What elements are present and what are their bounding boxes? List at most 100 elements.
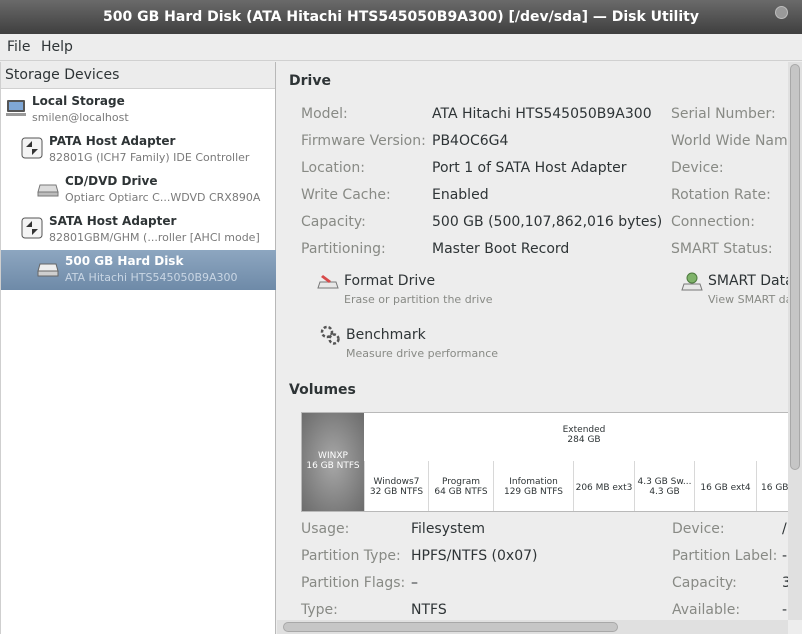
volume-swap[interactable]: 4.3 GB Sw... 4.3 GB <box>634 461 694 511</box>
volume-name: Extended <box>562 425 606 435</box>
volume-size: 4.3 GB <box>649 487 680 497</box>
tree-item-500gb-hard-disk[interactable]: 500 GB Hard Disk ATA Hitachi HTS545050B9… <box>1 250 276 290</box>
drive-label-location: Location: <box>301 160 365 176</box>
drive-section-title: Drive <box>289 73 331 89</box>
benchmark-button[interactable]: Benchmark Measure drive performance <box>319 324 539 364</box>
volume-value-usage: Filesystem <box>411 521 486 537</box>
volume-program[interactable]: Program 64 GB NTFS <box>428 461 493 511</box>
storage-devices-pane: Storage Devices Local Storage smilen@loc… <box>0 62 276 634</box>
format-drive-icon <box>317 272 339 294</box>
volume-label-usage: Usage: <box>301 521 350 537</box>
volume-label-type: Type: <box>301 602 338 618</box>
volume-size: 206 MB ext3 <box>575 483 633 493</box>
volume-size: 129 GB NTFS <box>503 487 563 497</box>
menu-file[interactable]: File <box>7 39 30 55</box>
horizontal-scrollbar[interactable] <box>277 620 788 634</box>
drive-label-firmware: Firmware Version: <box>301 133 426 149</box>
volume-winxp[interactable]: WINXP 16 GB NTFS <box>302 413 364 511</box>
benchmark-title: Benchmark <box>346 327 426 343</box>
volume-value-device: / <box>782 521 787 537</box>
volume-size: 284 GB <box>567 435 601 445</box>
volume-infomation[interactable]: Infomation 129 GB NTFS <box>493 461 573 511</box>
drive-label-rotation: Rotation Rate: <box>671 187 771 203</box>
host-adapter-icon <box>21 137 43 159</box>
close-icon[interactable] <box>775 6 788 19</box>
tree-item-sub: smilen@localhost <box>32 111 129 124</box>
optical-drive-icon <box>37 177 59 199</box>
volume-size: 16 GB NTFS <box>306 461 360 471</box>
volume-value-partition-label: - <box>782 548 788 564</box>
tree-item-pata-host-adapter[interactable]: PATA Host Adapter 82801G (ICH7 Family) I… <box>1 130 276 170</box>
volume-name: Infomation <box>509 477 558 487</box>
drive-label-partitioning: Partitioning: <box>301 241 386 257</box>
menu-help[interactable]: Help <box>41 39 73 55</box>
volume-label-device: Device: <box>672 521 725 537</box>
tree-item-sub: 82801GBM/GHM (...roller [AHCI mode] <box>49 231 260 244</box>
drive-value-firmware: PB4OC6G4 <box>432 133 509 149</box>
storage-devices-header: Storage Devices <box>1 62 275 89</box>
smart-data-icon <box>681 272 703 294</box>
volume-name: 4.3 GB Sw... <box>637 477 692 487</box>
drive-label-device: Device: <box>671 160 724 176</box>
benchmark-icon <box>319 324 341 346</box>
volume-value-partition-flags: – <box>411 575 418 591</box>
vertical-scrollbar-thumb[interactable] <box>790 64 800 470</box>
window-titlebar[interactable]: 500 GB Hard Disk (ATA Hitachi HTS545050B… <box>0 0 802 34</box>
drive-value-capacity: 500 GB (500,107,862,016 bytes) <box>432 214 663 230</box>
drive-label-serial: Serial Number: <box>671 106 776 122</box>
drive-label-write-cache: Write Cache: <box>301 187 391 203</box>
vertical-scrollbar[interactable] <box>788 62 802 620</box>
volume-size: 64 GB NTFS <box>434 487 488 497</box>
drive-value-partitioning: Master Boot Record <box>432 241 570 257</box>
horizontal-scrollbar-thumb[interactable] <box>283 622 618 632</box>
smart-data-button[interactable]: SMART Data View SMART data <box>681 270 788 310</box>
volume-size: 16 GB <box>761 483 788 493</box>
volume-value-available: - <box>782 602 788 618</box>
volume-label-partition-label: Partition Label: <box>672 548 778 564</box>
tree-item-sub: 82801G (ICH7 Family) IDE Controller <box>49 151 250 164</box>
hard-disk-icon <box>37 257 59 279</box>
menu-bar: File Help <box>0 34 802 61</box>
window-title: 500 GB Hard Disk (ATA Hitachi HTS545050B… <box>103 9 699 25</box>
tree-item-sata-host-adapter[interactable]: SATA Host Adapter 82801GBM/GHM (...rolle… <box>1 210 276 250</box>
volume-map: WINXP 16 GB NTFS Extended 284 GB Windows… <box>301 412 788 512</box>
volume-size: 32 GB NTFS <box>369 487 424 497</box>
tree-item-sub: ATA Hitachi HTS545050B9A300 <box>65 271 238 284</box>
volumes-section-title: Volumes <box>289 382 356 398</box>
drive-value-location: Port 1 of SATA Host Adapter <box>432 160 627 176</box>
volume-name: Windows7 <box>373 477 420 487</box>
details-pane: Drive Model: Firmware Version: Location:… <box>277 62 788 620</box>
volume-last[interactable]: 16 GB <box>756 461 788 511</box>
volume-label-capacity: Capacity: <box>672 575 737 591</box>
tree-item-name: PATA Host Adapter <box>49 134 176 148</box>
tree-item-local-storage[interactable]: Local Storage smilen@localhost <box>1 90 276 130</box>
format-drive-sub: Erase or partition the drive <box>344 293 493 306</box>
smart-data-title: SMART Data <box>708 273 788 289</box>
format-drive-title: Format Drive <box>344 273 436 289</box>
volume-label-partition-type: Partition Type: <box>301 548 401 564</box>
volume-value-type: NTFS <box>411 602 447 618</box>
drive-label-connection: Connection: <box>671 214 755 230</box>
format-drive-button[interactable]: Format Drive Erase or partition the driv… <box>317 270 537 310</box>
tree-item-sub: Optiarc Optiarc C...WDVD CRX890A <box>65 191 261 204</box>
volume-name: Program <box>442 477 480 487</box>
computer-icon <box>5 97 27 119</box>
volume-ext3[interactable]: 206 MB ext3 <box>573 461 634 511</box>
drive-label-smart-status: SMART Status: <box>671 241 773 257</box>
drive-label-capacity: Capacity: <box>301 214 366 230</box>
volume-label-partition-flags: Partition Flags: <box>301 575 406 591</box>
tree-item-name: CD/DVD Drive <box>65 174 158 188</box>
host-adapter-icon <box>21 217 43 239</box>
volume-extended[interactable]: Extended 284 GB <box>364 413 788 461</box>
drive-label-wwn: World Wide Name: <box>671 133 788 149</box>
volume-windows7[interactable]: Windows7 32 GB NTFS <box>364 461 428 511</box>
volume-size: 16 GB ext4 <box>700 483 751 493</box>
tree-item-name: Local Storage <box>32 94 125 108</box>
tree-item-name: 500 GB Hard Disk <box>65 254 184 268</box>
drive-value-model: ATA Hitachi HTS545050B9A300 <box>432 106 652 122</box>
tree-item-cd-dvd-drive[interactable]: CD/DVD Drive Optiarc Optiarc C...WDVD CR… <box>1 170 276 210</box>
volume-label-available: Available: <box>672 602 741 618</box>
benchmark-sub: Measure drive performance <box>346 347 499 360</box>
volume-ext4[interactable]: 16 GB ext4 <box>694 461 756 511</box>
volume-name: WINXP <box>318 451 348 461</box>
